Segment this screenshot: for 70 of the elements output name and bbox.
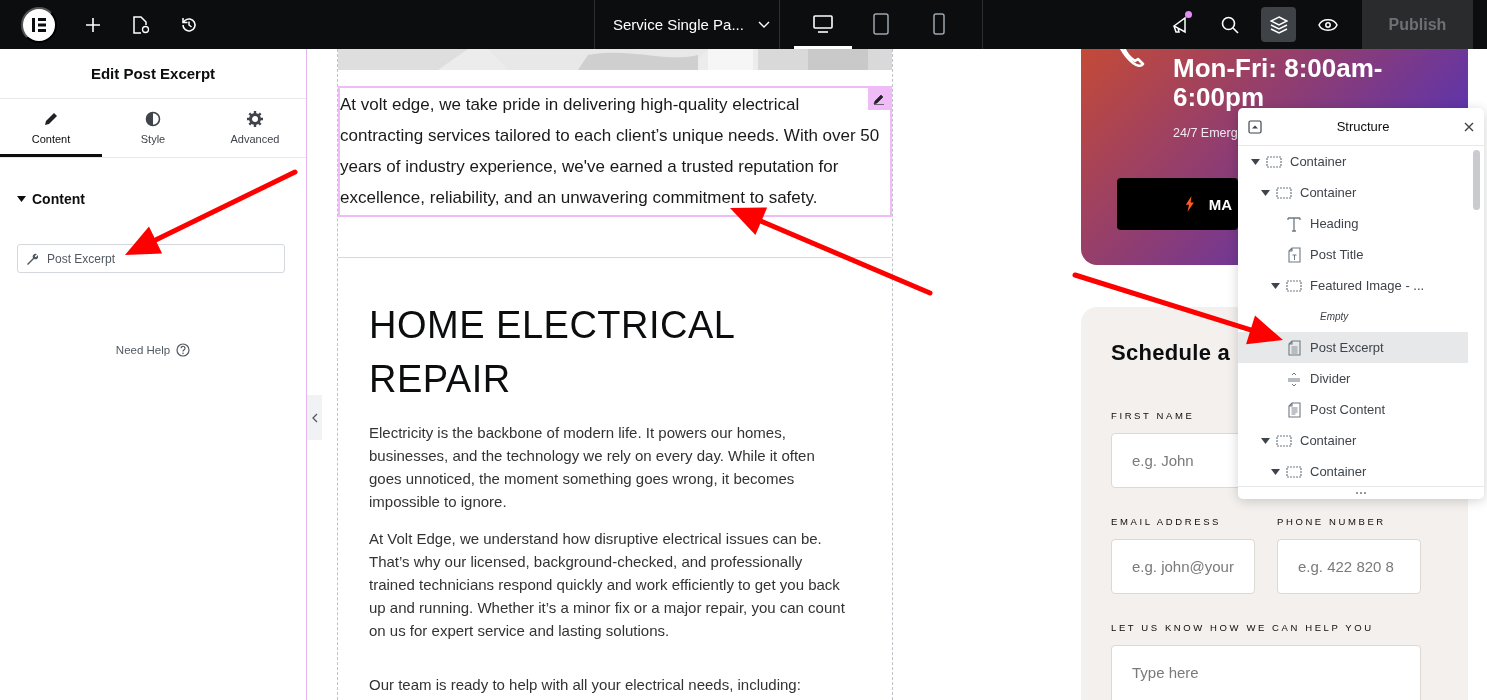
chevron-left-icon [311, 412, 318, 423]
help-link[interactable]: Need Help [115, 344, 171, 356]
chevron-down-icon [757, 20, 770, 29]
collapse-icon [1248, 119, 1262, 134]
structure-title: Structure [1336, 119, 1390, 134]
field-label: PHONE NUMBER [1277, 516, 1387, 527]
body-paragraph: Our team is ready to help with all your electrical needs, including: [369, 675, 802, 695]
search-icon [1220, 15, 1239, 34]
structure-item[interactable]: Post Excerpt [1238, 332, 1468, 363]
layers-icon [1269, 15, 1288, 34]
field-label: LET US KNOW HOW WE CAN HELP YOU [1111, 622, 1375, 633]
field-label: FIRST NAME [1111, 410, 1196, 421]
container-icon [1276, 434, 1292, 447]
form-title: Schedule a [1111, 340, 1231, 366]
structure-item[interactable]: Divider [1238, 363, 1468, 394]
plus-icon [85, 16, 101, 33]
eye-icon [1317, 17, 1338, 32]
logo-icon [30, 15, 48, 34]
section-toggle[interactable]: Content [17, 191, 85, 207]
mobile-icon [933, 13, 945, 35]
panel-tab[interactable]: Content [0, 99, 102, 157]
document-icon [1287, 246, 1301, 263]
container-icon [1266, 155, 1282, 168]
contrast-icon [145, 111, 161, 127]
edit-widget-button[interactable] [868, 88, 890, 110]
tablet-icon [873, 13, 889, 35]
grip-icon [1355, 491, 1367, 495]
desktop-icon [813, 15, 833, 33]
field-label: EMAIL ADDRESS [1111, 516, 1222, 527]
divider-icon [1287, 370, 1301, 387]
pencil-icon [43, 111, 59, 127]
container-icon [1286, 465, 1302, 478]
history-icon [180, 15, 198, 34]
structure-item[interactable]: Container [1238, 146, 1468, 177]
scrollbar-thumb[interactable] [1473, 150, 1480, 210]
close-icon [1464, 121, 1474, 132]
document-gear-icon [132, 14, 150, 35]
dynamic-tag-field[interactable]: Post Excerpt [17, 244, 285, 273]
structure-button[interactable] [1261, 7, 1296, 42]
pencil-icon [873, 93, 885, 105]
container-icon [1286, 279, 1302, 292]
container-icon [1276, 186, 1292, 199]
panel-title: Edit Post Excerpt [90, 65, 216, 82]
appointment-button[interactable]: MA [1117, 178, 1238, 230]
hours-text: Mon-Fri: 8:00am-6:00pm [1173, 54, 1384, 112]
structure-item[interactable]: Heading [1238, 208, 1468, 239]
wrench-icon [26, 252, 38, 265]
panel-tab[interactable]: Style [102, 99, 204, 157]
body-paragraph: At Volt Edge, we understand how disruptive electrical issues can be. That’s why our licensed, background-checked, and professionally trained technicians respond quickly and work efficiently to get you back up and running. Whether it’s a minor fix or a major repair, you can count on us for expert service and lasting solutions. [369, 529, 846, 641]
logo-button[interactable] [21, 6, 57, 43]
document-icon [1287, 401, 1301, 418]
structure-item[interactable]: Post Title [1238, 239, 1468, 270]
close-button[interactable] [1464, 121, 1474, 132]
emergency-text: 24/7 Emerg [1173, 126, 1238, 140]
empty-placeholder[interactable]: Empty [1238, 301, 1468, 332]
document-icon [1287, 339, 1301, 356]
section-heading: HOME ELECTRICAL REPAIR [369, 303, 736, 402]
structure-item[interactable]: Featured Image - ... [1238, 270, 1468, 301]
structure-item[interactable]: Container [1238, 456, 1468, 486]
settings-icon [247, 111, 263, 127]
structure-item[interactable]: Container [1238, 177, 1468, 208]
structure-item[interactable]: Container [1238, 425, 1468, 456]
input-field[interactable]: e.g. john@your [1111, 539, 1255, 594]
panel-tab[interactable]: Advanced [204, 99, 306, 157]
structure-item[interactable]: Post Content [1238, 394, 1468, 425]
message-field[interactable]: Type here [1111, 645, 1421, 700]
body-paragraph: Electricity is the backbone of modern life. It powers our homes, businesses, and the technology we rely on every day. While it often goes unnoticed, the moment something goes wrong, it becomes impossible to ignore. [369, 423, 816, 512]
input-field[interactable]: e.g. 422 820 8 [1277, 539, 1421, 594]
heading-icon [1287, 215, 1301, 232]
help-icon [176, 343, 191, 357]
